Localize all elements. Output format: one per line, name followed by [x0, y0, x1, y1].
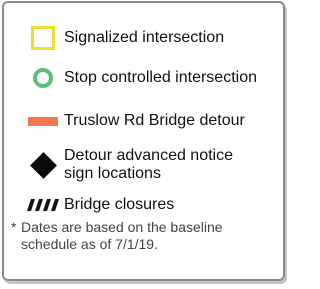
- legend-label-stop-controlled: Stop controlled intersection: [64, 69, 257, 86]
- map-legend: Signalized intersection Stop controlled …: [2, 1, 285, 281]
- orange-bar-icon: [28, 116, 58, 126]
- legend-footnote: * Dates are based on the baseline schedu…: [11, 219, 281, 253]
- hatched-closure-icon: [27, 199, 59, 211]
- legend-label-advanced-notice: Detour advanced notice sign locations: [64, 147, 233, 182]
- legend-label-signalized: Signalized intersection: [64, 29, 225, 46]
- footnote-asterisk: *: [11, 219, 17, 235]
- footnote-text: Dates are based on the baseline schedule…: [21, 219, 223, 252]
- green-circle-icon: [33, 68, 53, 88]
- legend-label-detour: Truslow Rd Bridge detour: [64, 112, 245, 129]
- black-diamond-icon: [29, 151, 57, 179]
- yellow-square-icon: [31, 26, 55, 50]
- legend-label-bridge-closures: Bridge closures: [64, 196, 175, 213]
